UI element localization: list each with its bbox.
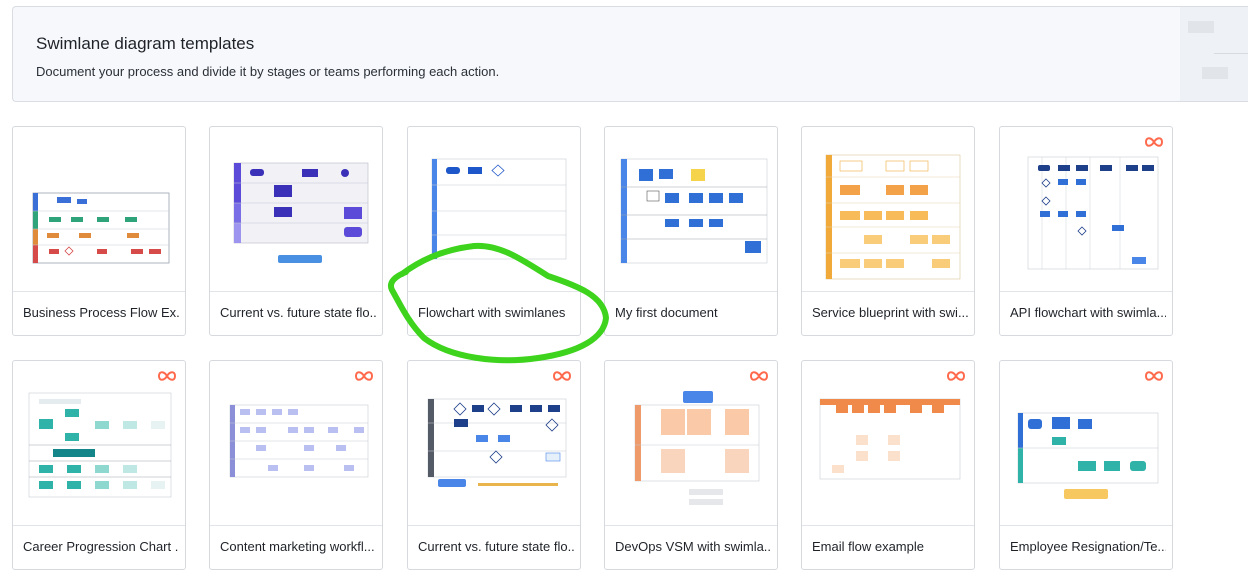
template-thumbnail [802, 361, 974, 525]
template-label-area: Flowchart with swimlanes [408, 291, 580, 335]
template-card-api-flowchart[interactable]: API flowchart with swimla... [999, 126, 1173, 336]
template-card-devops-vsm[interactable]: DevOps VSM with swimla... [604, 360, 778, 570]
template-label: My first document [615, 305, 718, 320]
brand-logo-icon [1144, 137, 1164, 147]
template-thumbnail [13, 361, 185, 525]
brand-logo-icon [946, 371, 966, 381]
template-label-area: Email flow example [802, 525, 974, 569]
template-card-current-vs-future-state-1[interactable]: Current vs. future state flo... [209, 126, 383, 336]
template-label: Content marketing workfl... [220, 539, 375, 554]
template-label-area: DevOps VSM with swimla... [605, 525, 777, 569]
template-label-area: Service blueprint with swi... [802, 291, 974, 335]
banner-title: Swimlane diagram templates [36, 34, 255, 53]
banner: Swimlane diagram templates Document your… [12, 6, 1248, 102]
template-label-area: Current vs. future state flo... [408, 525, 580, 569]
template-card-my-first-document[interactable]: My first document [604, 126, 778, 336]
template-label: Current vs. future state flo... [220, 305, 376, 320]
template-card-employee-resignation[interactable]: Employee Resignation/Te... [999, 360, 1173, 570]
template-label-area: Career Progression Chart ... [13, 525, 185, 569]
template-label-area: Content marketing workfl... [210, 525, 382, 569]
brand-logo-icon [354, 371, 374, 381]
template-label: Flowchart with swimlanes [418, 305, 566, 320]
brand-logo-icon [157, 371, 177, 381]
template-label: Email flow example [812, 539, 924, 554]
template-thumbnail [13, 127, 185, 291]
template-card-service-blueprint[interactable]: Service blueprint with swi... [801, 126, 975, 336]
banner-subtitle: Document your process and divide it by s… [36, 64, 500, 79]
template-thumbnail [210, 127, 382, 291]
template-label-area: My first document [605, 291, 777, 335]
banner-illustration [1180, 7, 1248, 101]
template-card-flowchart-with-swimlanes[interactable]: Flowchart with swimlanes [407, 126, 581, 336]
template-card-content-marketing-workflow[interactable]: Content marketing workfl... [209, 360, 383, 570]
template-thumbnail [802, 127, 974, 291]
template-card-current-vs-future-state-2[interactable]: Current vs. future state flo... [407, 360, 581, 570]
template-label: DevOps VSM with swimla... [615, 539, 771, 554]
template-thumbnail [408, 127, 580, 291]
template-label-area: Employee Resignation/Te... [1000, 525, 1172, 569]
template-label: Current vs. future state flo... [418, 539, 574, 554]
template-card-email-flow-example[interactable]: Email flow example [801, 360, 975, 570]
brand-logo-icon [749, 371, 769, 381]
template-thumbnail [605, 361, 777, 525]
template-card-career-progression[interactable]: Career Progression Chart ... [12, 360, 186, 570]
template-thumbnail [210, 361, 382, 525]
template-label-area: Business Process Flow Ex... [13, 291, 185, 335]
template-thumbnail [1000, 361, 1172, 525]
template-label-area: API flowchart with swimla... [1000, 291, 1172, 335]
template-thumbnail [408, 361, 580, 525]
template-label: Service blueprint with swi... [812, 305, 968, 320]
template-label: Employee Resignation/Te... [1010, 539, 1166, 554]
template-label: API flowchart with swimla... [1010, 305, 1166, 320]
template-card-business-process-flow[interactable]: Business Process Flow Ex... [12, 126, 186, 336]
template-label: Career Progression Chart ... [23, 539, 179, 554]
template-thumbnail [1000, 127, 1172, 291]
template-label-area: Current vs. future state flo... [210, 291, 382, 335]
template-thumbnail [605, 127, 777, 291]
template-label: Business Process Flow Ex... [23, 305, 179, 320]
brand-logo-icon [552, 371, 572, 381]
brand-logo-icon [1144, 371, 1164, 381]
